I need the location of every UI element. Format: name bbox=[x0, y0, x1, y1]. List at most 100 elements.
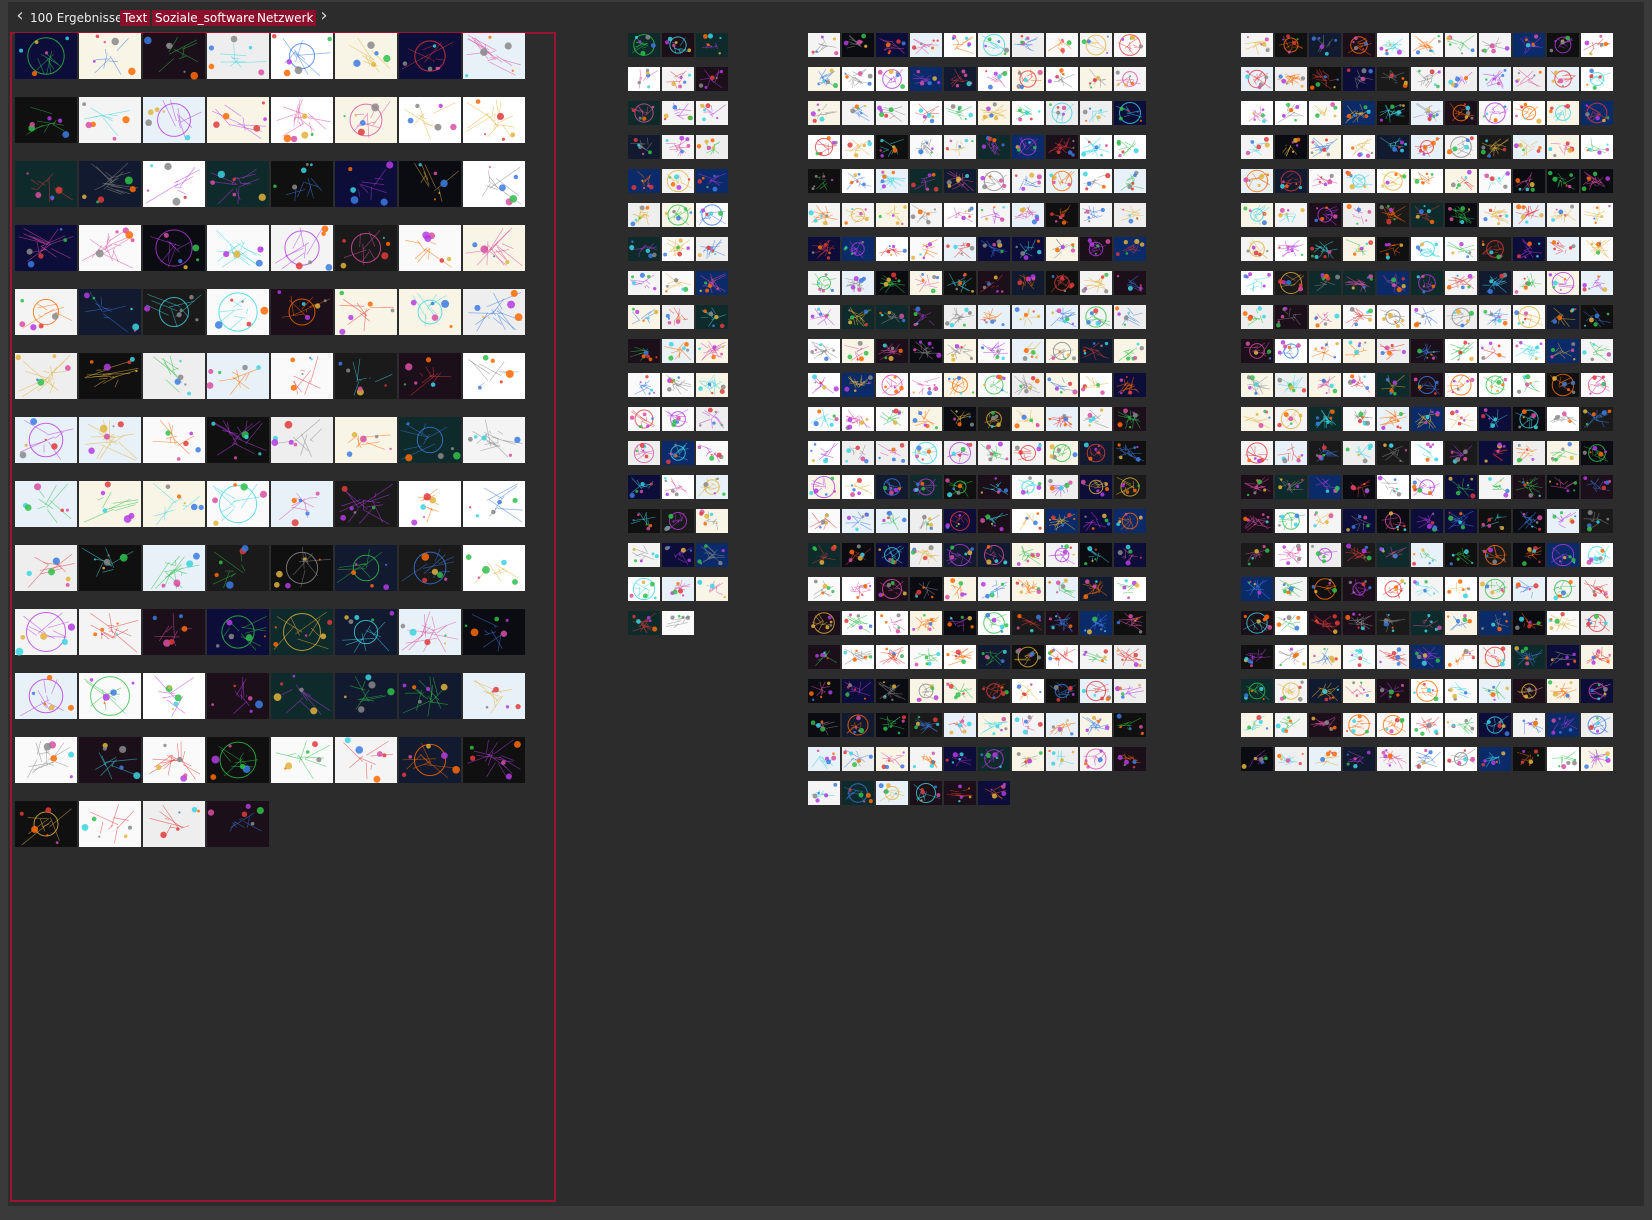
thumbnail-image[interactable] bbox=[876, 67, 908, 91]
thumbnail-image[interactable] bbox=[143, 737, 205, 783]
thumbnail-image[interactable] bbox=[207, 33, 269, 79]
thumbnail-image[interactable] bbox=[662, 611, 694, 635]
thumbnail-image[interactable] bbox=[808, 475, 840, 499]
thumbnail-image[interactable] bbox=[808, 237, 840, 261]
thumbnail-image[interactable] bbox=[808, 509, 840, 533]
thumbnail-image[interactable] bbox=[271, 545, 333, 591]
thumbnail-image[interactable] bbox=[271, 289, 333, 335]
thumbnail-image[interactable] bbox=[876, 305, 908, 329]
thumbnail-image[interactable] bbox=[15, 737, 77, 783]
thumbnail-image[interactable] bbox=[628, 339, 660, 363]
thumbnail-image[interactable] bbox=[910, 203, 942, 227]
thumbnail-image[interactable] bbox=[808, 271, 840, 295]
thumbnail-image[interactable] bbox=[143, 353, 205, 399]
thumbnail-image[interactable] bbox=[143, 161, 205, 207]
thumbnail-image[interactable] bbox=[842, 543, 874, 567]
thumbnail-image[interactable] bbox=[808, 33, 840, 57]
thumbnail-image[interactable] bbox=[628, 577, 660, 601]
thumbnail-image[interactable] bbox=[399, 225, 461, 271]
thumbnail-image[interactable] bbox=[335, 97, 397, 143]
thumbnail-image[interactable] bbox=[628, 475, 660, 499]
thumbnail-image[interactable] bbox=[696, 305, 728, 329]
thumbnail-image[interactable] bbox=[15, 33, 77, 79]
thumbnail-image[interactable] bbox=[910, 169, 942, 193]
thumbnail-image[interactable] bbox=[978, 543, 1010, 567]
thumbnail-image[interactable] bbox=[876, 237, 908, 261]
thumbnail-image[interactable] bbox=[808, 203, 840, 227]
thumbnail-image[interactable] bbox=[1080, 441, 1112, 465]
thumbnail-image[interactable] bbox=[79, 289, 141, 335]
thumbnail-image[interactable] bbox=[1080, 373, 1112, 397]
thumbnail-image[interactable] bbox=[1012, 339, 1044, 363]
thumbnail-image[interactable] bbox=[463, 225, 525, 271]
thumbnail-image[interactable] bbox=[463, 97, 525, 143]
thumbnail-image[interactable] bbox=[1046, 33, 1078, 57]
thumbnail-image[interactable] bbox=[271, 97, 333, 143]
thumbnail-image[interactable] bbox=[271, 609, 333, 655]
thumbnail-image[interactable] bbox=[842, 305, 874, 329]
thumbnail-image[interactable] bbox=[79, 97, 141, 143]
thumbnail-image[interactable] bbox=[79, 417, 141, 463]
thumbnail-image[interactable] bbox=[1046, 237, 1078, 261]
tag-netzwerk[interactable]: Netzwerk bbox=[254, 10, 317, 26]
thumbnail-image[interactable] bbox=[910, 475, 942, 499]
thumbnail-image[interactable] bbox=[1080, 271, 1112, 295]
thumbnail-image[interactable] bbox=[1114, 33, 1146, 57]
thumbnail-image[interactable] bbox=[79, 801, 141, 847]
thumbnail-image[interactable] bbox=[1080, 305, 1112, 329]
thumbnail-image[interactable] bbox=[79, 737, 141, 783]
thumbnail-image[interactable] bbox=[15, 481, 77, 527]
thumbnail-image[interactable] bbox=[842, 101, 874, 125]
thumbnail-image[interactable] bbox=[628, 271, 660, 295]
thumbnail-image[interactable] bbox=[1046, 169, 1078, 193]
thumbnail-image[interactable] bbox=[978, 101, 1010, 125]
thumbnail-image[interactable] bbox=[463, 353, 525, 399]
thumbnail-image[interactable] bbox=[842, 271, 874, 295]
thumbnail-image[interactable] bbox=[143, 97, 205, 143]
thumbnail-image[interactable] bbox=[1114, 475, 1146, 499]
thumbnail-image[interactable] bbox=[910, 33, 942, 57]
thumbnail-image[interactable] bbox=[463, 609, 525, 655]
thumbnail-image[interactable] bbox=[79, 545, 141, 591]
thumbnail-image[interactable] bbox=[842, 509, 874, 533]
thumbnail-image[interactable] bbox=[876, 271, 908, 295]
chevron-left-icon[interactable]: ‹ bbox=[12, 7, 28, 25]
thumbnail-image[interactable] bbox=[207, 801, 269, 847]
thumbnail-image[interactable] bbox=[399, 161, 461, 207]
thumbnail-image[interactable] bbox=[808, 305, 840, 329]
thumbnail-image[interactable] bbox=[15, 225, 77, 271]
thumbnail-image[interactable] bbox=[808, 101, 840, 125]
thumbnail-image[interactable] bbox=[1046, 339, 1078, 363]
thumbnail-image[interactable] bbox=[662, 67, 694, 91]
thumbnail-image[interactable] bbox=[910, 441, 942, 465]
thumbnail-image[interactable] bbox=[842, 441, 874, 465]
thumbnail-image[interactable] bbox=[463, 289, 525, 335]
thumbnail-image[interactable] bbox=[842, 577, 874, 601]
thumbnail-image[interactable] bbox=[143, 33, 205, 80]
thumbnail-image[interactable] bbox=[662, 509, 694, 533]
thumbnail-image[interactable] bbox=[335, 161, 397, 207]
thumbnail-image[interactable] bbox=[842, 475, 874, 499]
thumbnail-image[interactable] bbox=[335, 481, 397, 527]
thumbnail-image[interactable] bbox=[696, 407, 728, 431]
thumbnail-image[interactable] bbox=[944, 101, 976, 125]
thumbnail-image[interactable] bbox=[628, 305, 660, 329]
thumbnail-image[interactable] bbox=[15, 289, 77, 335]
thumbnail-image[interactable] bbox=[876, 203, 908, 227]
thumbnail-image[interactable] bbox=[910, 101, 942, 125]
thumbnail-image[interactable] bbox=[1046, 441, 1078, 465]
thumbnail-image[interactable] bbox=[876, 135, 908, 159]
thumbnail-image[interactable] bbox=[207, 289, 269, 335]
chevron-right-icon[interactable]: › bbox=[316, 7, 332, 25]
thumbnail-image[interactable] bbox=[628, 441, 660, 465]
thumbnail-image[interactable] bbox=[876, 169, 908, 193]
thumbnail-image[interactable] bbox=[79, 609, 141, 655]
thumbnail-image[interactable] bbox=[910, 67, 942, 91]
thumbnail-image[interactable] bbox=[271, 33, 333, 79]
thumbnail-image[interactable] bbox=[271, 225, 333, 271]
thumbnail-image[interactable] bbox=[1080, 509, 1112, 533]
thumbnail-image[interactable] bbox=[808, 543, 840, 567]
thumbnail-image[interactable] bbox=[143, 801, 205, 847]
thumbnail-image[interactable] bbox=[978, 169, 1010, 193]
thumbnail-image[interactable] bbox=[143, 673, 205, 719]
